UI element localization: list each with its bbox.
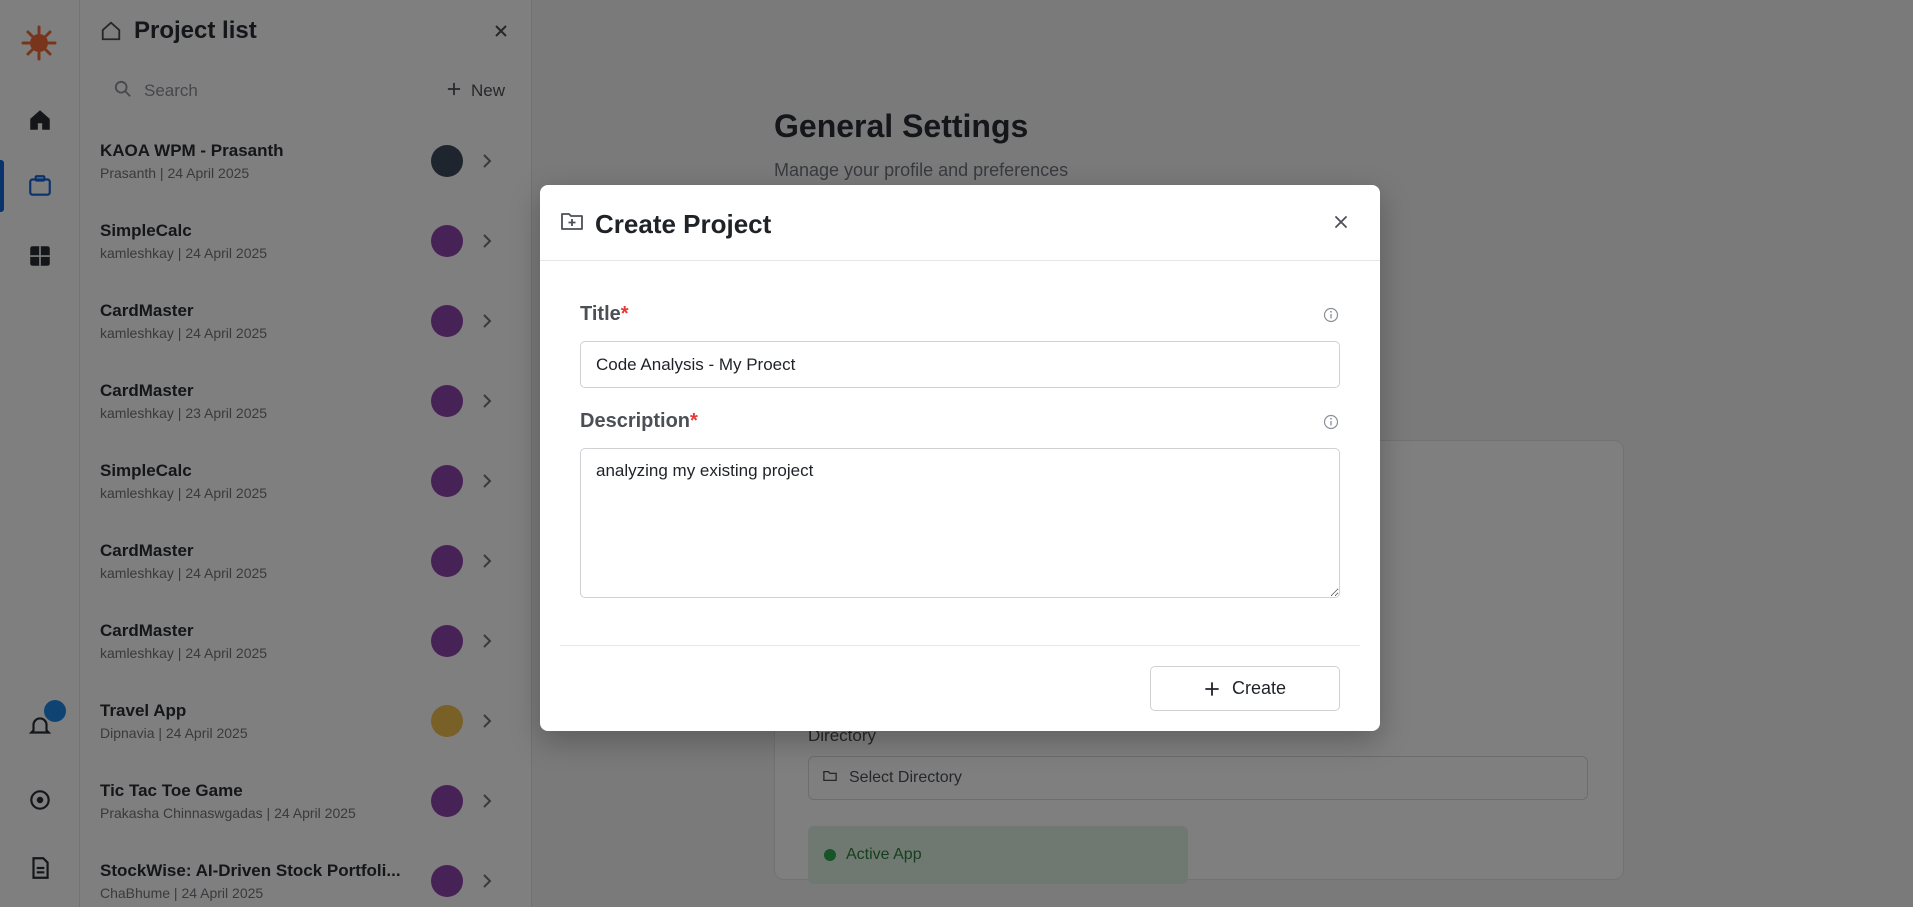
title-input[interactable] bbox=[580, 341, 1340, 388]
description-textarea[interactable] bbox=[580, 448, 1340, 598]
create-label: Create bbox=[1231, 678, 1287, 698]
create-button[interactable]: Create bbox=[1150, 666, 1340, 711]
close-icon[interactable] bbox=[1331, 212, 1351, 232]
modal-divider bbox=[560, 645, 1360, 646]
folder-plus-icon bbox=[560, 209, 584, 233]
title-field-label: Title* bbox=[580, 303, 629, 326]
required-mark: * bbox=[620, 303, 629, 325]
info-icon[interactable] bbox=[1323, 307, 1339, 323]
description-label-text: Description bbox=[580, 410, 691, 432]
plus-icon bbox=[1205, 681, 1219, 696]
create-project-modal: Create Project Title* Description* Creat… bbox=[540, 185, 1380, 731]
modal-title: Create Project bbox=[595, 209, 772, 239]
info-icon[interactable] bbox=[1323, 414, 1339, 430]
required-mark: * bbox=[690, 410, 698, 432]
title-label-text: Title bbox=[580, 303, 621, 325]
description-field-label: Description* bbox=[580, 410, 698, 433]
modal-header: Create Project bbox=[540, 185, 1380, 261]
